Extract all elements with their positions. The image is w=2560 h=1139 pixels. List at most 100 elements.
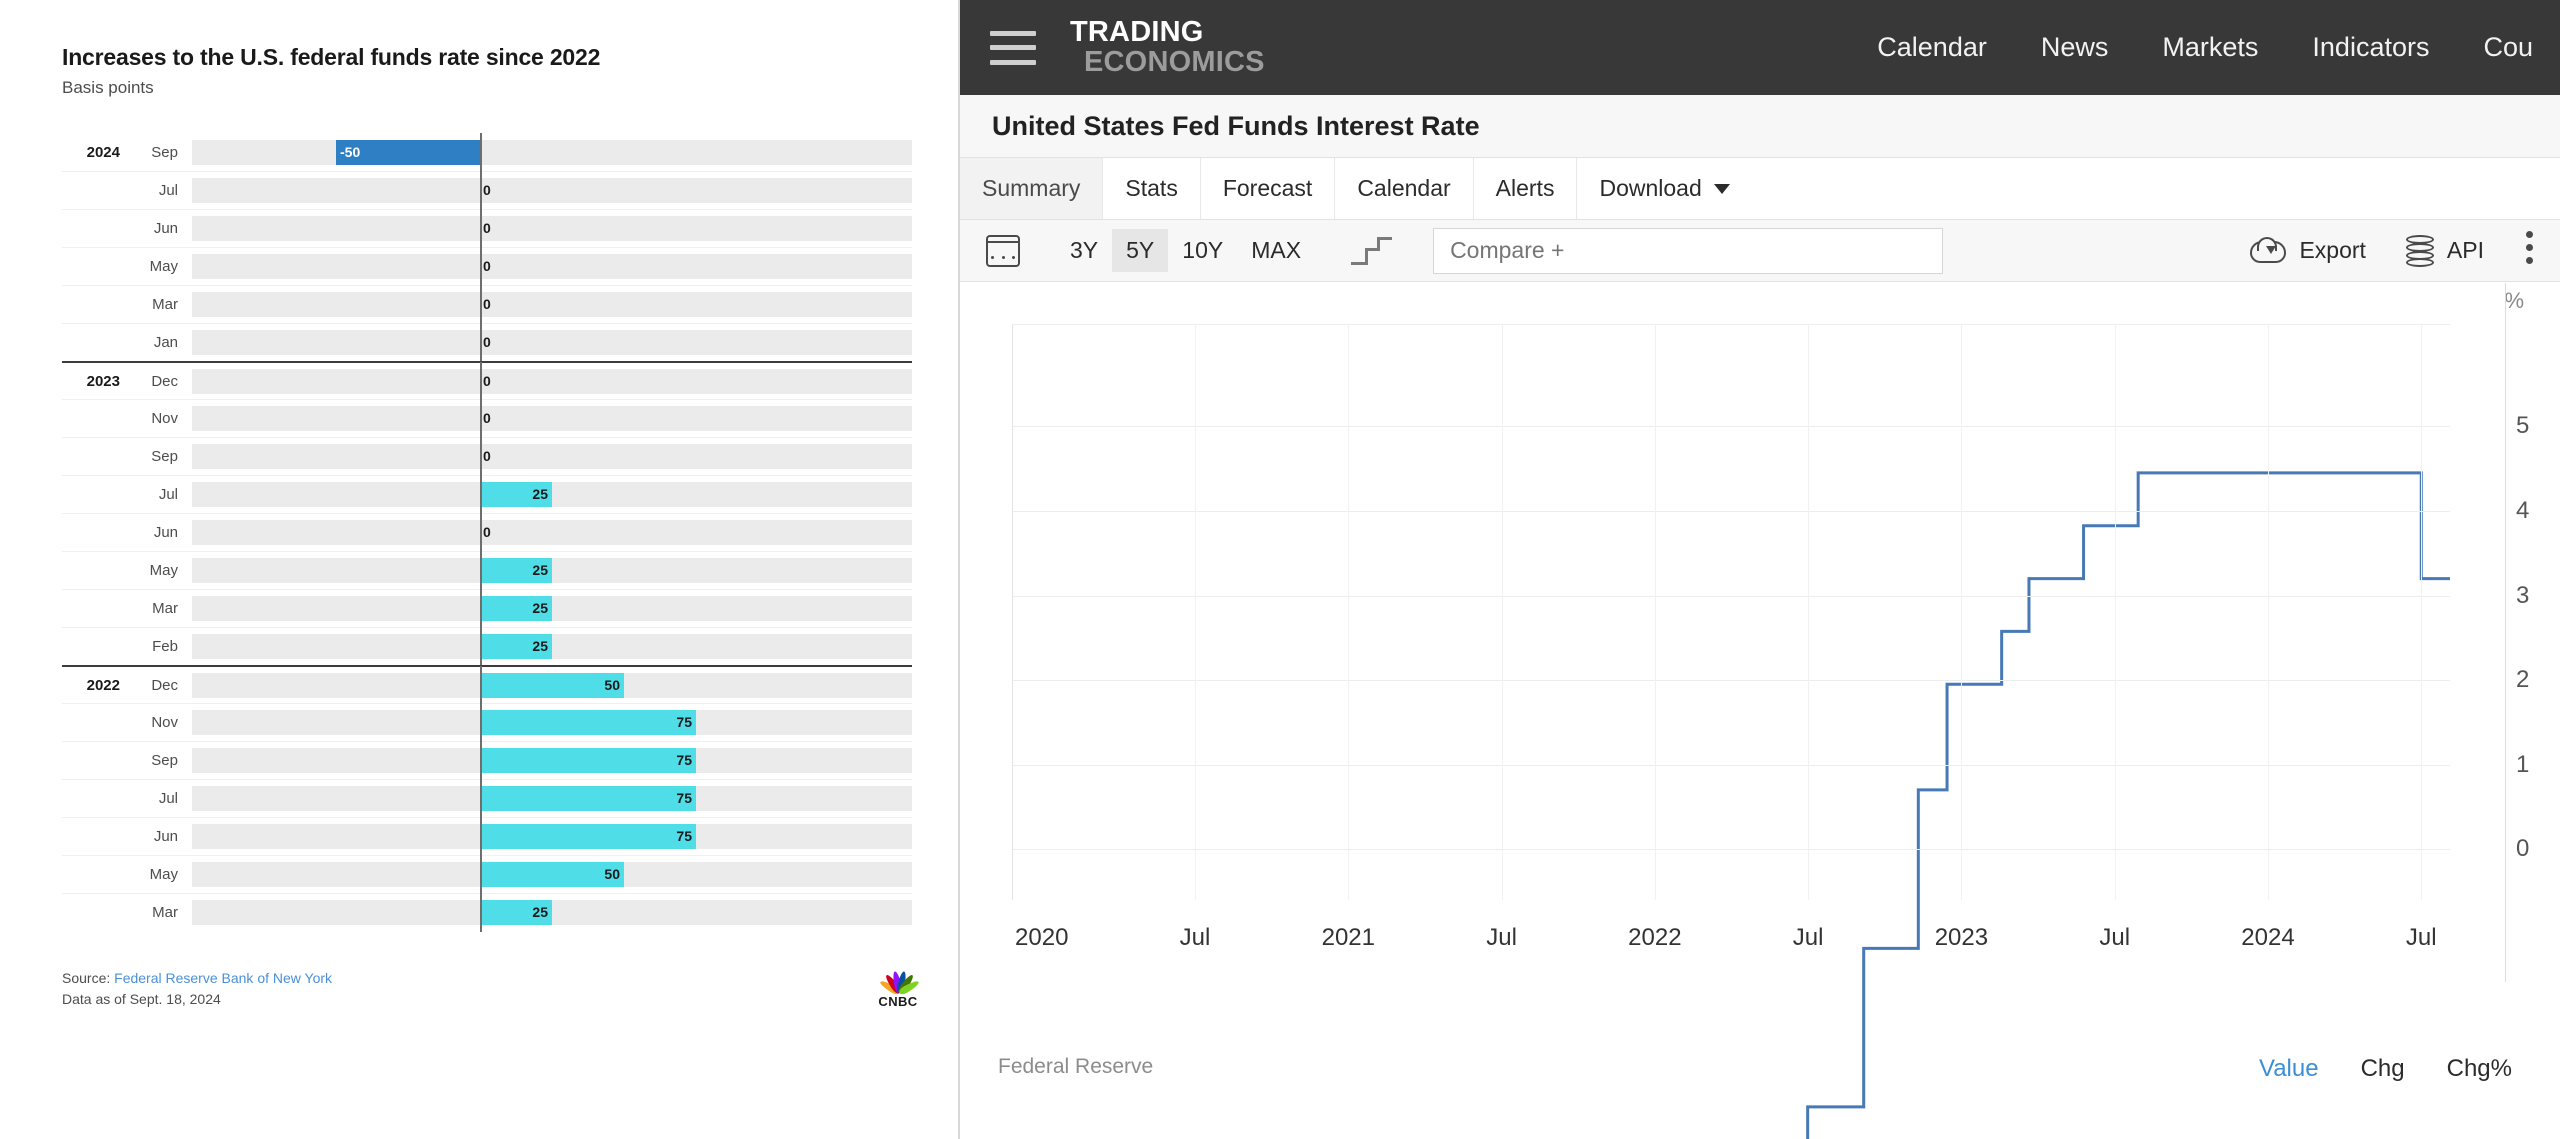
bar-track: 0 <box>192 369 912 394</box>
range-button-3y[interactable]: 3Y <box>1056 229 1112 272</box>
row-year-label: 2024 <box>62 144 130 161</box>
bar-value-label: 25 <box>522 558 548 583</box>
chart-subtitle: Basis points <box>62 78 154 98</box>
site-header: TRADING ECONOMICS CalendarNewsMarketsInd… <box>960 0 2560 95</box>
indicator-title-bar: United States Fed Funds Interest Rate <box>960 95 2560 158</box>
compare-field[interactable] <box>1433 228 1943 274</box>
site-logo[interactable]: TRADING ECONOMICS <box>1070 18 1265 77</box>
page-title: Increases to the U.S. federal funds rate… <box>62 44 600 71</box>
bar-value-label: 0 <box>483 292 491 317</box>
range-button-max[interactable]: MAX <box>1237 229 1315 272</box>
series-line <box>1013 325 2450 1139</box>
row-month-label: Dec <box>130 677 192 694</box>
row-month-label: Mar <box>130 600 192 617</box>
y-axis-tick-label: 0 <box>2516 835 2550 863</box>
calendar-icon[interactable] <box>986 235 1020 267</box>
tab-alerts[interactable]: Alerts <box>1474 158 1578 219</box>
gridline-vertical <box>1348 325 1349 900</box>
export-label: Export <box>2299 237 2365 264</box>
nav-item-markets[interactable]: Markets <box>2135 32 2285 63</box>
tab-stats[interactable]: Stats <box>1103 158 1200 219</box>
value-toggle-group: Value Chg Chg% <box>2259 1055 2512 1083</box>
legend-chg[interactable]: Chg <box>2361 1055 2405 1083</box>
tab-summary[interactable]: Summary <box>960 158 1103 219</box>
zero-axis-line <box>480 666 482 705</box>
zero-axis-line <box>480 171 482 210</box>
logo-line-economics: ECONOMICS <box>1084 48 1265 78</box>
bar-track: -50 <box>192 140 912 165</box>
compare-input[interactable] <box>1450 237 1942 264</box>
bar-value-label: 75 <box>666 748 692 773</box>
chart-footer: Federal Reserve Value Chg Chg% <box>960 1043 2560 1139</box>
tab-calendar[interactable]: Calendar <box>1335 158 1473 219</box>
api-label: API <box>2447 237 2484 264</box>
trading-economics-panel: TRADING ECONOMICS CalendarNewsMarketsInd… <box>960 0 2560 1139</box>
x-axis-tick-label: Jul <box>1180 924 1211 952</box>
tab-download[interactable]: Download <box>1577 158 1751 219</box>
row-month-label: Jun <box>130 220 192 237</box>
bar-positive <box>480 710 696 735</box>
tab-label: Calendar <box>1357 175 1450 202</box>
bar-track: 75 <box>192 786 912 811</box>
bar-track: 0 <box>192 520 912 545</box>
export-button[interactable]: Export <box>2250 237 2365 265</box>
nav-item-news[interactable]: News <box>2014 32 2136 63</box>
bar-row: Jul 75 <box>62 779 912 817</box>
peacock-icon <box>878 967 918 993</box>
hamburger-menu-icon[interactable] <box>990 31 1036 65</box>
gridline-vertical <box>1961 325 1962 900</box>
nav-item-cou[interactable]: Cou <box>2456 32 2560 63</box>
row-month-label: Jul <box>130 790 192 807</box>
bar-row: Sep0 <box>62 437 912 475</box>
zero-axis-line <box>480 475 482 514</box>
legend-chg-pct[interactable]: Chg% <box>2447 1055 2512 1083</box>
bar-track: 25 <box>192 558 912 583</box>
y-axis-tick-label: 3 <box>2516 582 2550 610</box>
zero-axis-line <box>480 247 482 286</box>
gridline-horizontal <box>1013 765 2450 766</box>
chevron-down-icon <box>1714 184 1730 194</box>
bar-value-label: 0 <box>483 369 491 394</box>
line-chart[interactable]: % 0123452020Jul2021Jul2022Jul2023Jul2024… <box>960 282 2560 982</box>
more-options-icon[interactable] <box>2526 231 2534 270</box>
bar-positive <box>480 748 696 773</box>
zero-axis-line <box>480 285 482 324</box>
gridline-horizontal <box>1013 426 2450 427</box>
bar-value-label: 0 <box>483 254 491 279</box>
nav-item-indicators[interactable]: Indicators <box>2285 32 2456 63</box>
row-month-label: Jul <box>130 486 192 503</box>
bar-chart-rows: 2024Sep-50Jul0Jun0May0Mar0Jan02023Dec0No… <box>62 133 912 931</box>
row-month-label: Dec <box>130 373 192 390</box>
zero-axis-line <box>480 551 482 590</box>
bar-value-label: 25 <box>522 596 548 621</box>
y-axis-tick-label: 4 <box>2516 497 2550 525</box>
row-year-label: 2023 <box>62 373 130 390</box>
gridline-vertical <box>1808 325 1809 900</box>
row-month-label: Jan <box>130 334 192 351</box>
bar-track: 0 <box>192 292 912 317</box>
row-month-label: May <box>130 562 192 579</box>
chart-toolbar: 3Y5Y10YMAX Export API <box>960 220 2560 282</box>
range-button-5y[interactable]: 5Y <box>1112 229 1168 272</box>
zero-axis-line <box>480 703 482 742</box>
chart-source: Federal Reserve <box>998 1055 1153 1079</box>
gridline-horizontal <box>1013 680 2450 681</box>
gridline-vertical <box>2268 325 2269 900</box>
indicator-tabs: SummaryStatsForecast Calendar Alerts Downlo… <box>960 158 2560 220</box>
source-link[interactable]: Federal Reserve Bank of New York <box>114 970 332 986</box>
range-button-10y[interactable]: 10Y <box>1168 229 1237 272</box>
tab-forecast[interactable]: Forecast <box>1201 158 1335 219</box>
nav-item-calendar[interactable]: Calendar <box>1850 32 2014 63</box>
step-chart-type-icon[interactable] <box>1351 237 1391 265</box>
bar-row: Jul0 <box>62 171 912 209</box>
bar-value-label: 75 <box>666 824 692 849</box>
bar-track: 50 <box>192 673 912 698</box>
tab-label: Alerts <box>1496 175 1555 202</box>
toolbar-actions: Export API <box>2210 231 2534 270</box>
legend-value[interactable]: Value <box>2259 1055 2319 1083</box>
bar-track: 25 <box>192 900 912 925</box>
api-button[interactable]: API <box>2406 235 2484 267</box>
bar-track: 0 <box>192 254 912 279</box>
bar-value-label: 75 <box>666 786 692 811</box>
zero-axis-line <box>480 323 482 362</box>
